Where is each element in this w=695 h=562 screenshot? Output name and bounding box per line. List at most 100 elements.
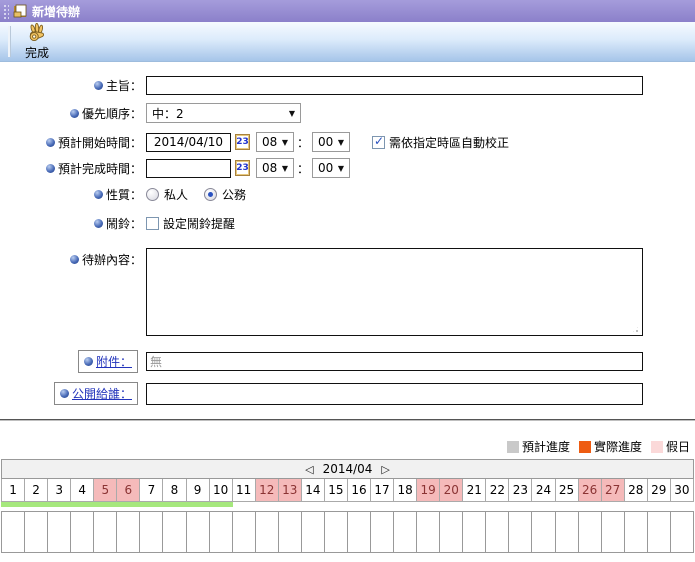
start-time-label: 預計開始時間： <box>58 134 142 151</box>
priority-label: 優先順序： <box>82 105 142 122</box>
day-cell[interactable]: 15 <box>324 479 347 501</box>
day-cell[interactable]: 21 <box>462 479 485 501</box>
day-cell[interactable]: 25 <box>555 479 578 501</box>
subject-label: 主旨： <box>106 77 142 94</box>
day-cell[interactable]: 3 <box>47 479 70 501</box>
calendar-picker-icon[interactable]: 23 <box>235 160 250 176</box>
dropdown-arrow-icon: ▼ <box>334 164 344 173</box>
content-label: 待辦內容： <box>82 251 142 268</box>
share-row: 公開給誰： <box>0 382 695 405</box>
day-cell[interactable]: 7 <box>139 479 162 501</box>
alarm-checkbox-label: 設定鬧鈴提醒 <box>163 215 235 232</box>
day-cell[interactable]: 11 <box>232 479 255 501</box>
nature-option-official[interactable]: 公務 <box>204 186 246 203</box>
day-cell[interactable]: 30 <box>670 479 693 501</box>
nature-label: 性質： <box>106 186 142 203</box>
alarm-checkbox[interactable] <box>146 217 159 230</box>
bullet-icon <box>70 109 79 118</box>
priority-select[interactable]: 中：2 ▼ <box>146 103 301 123</box>
end-hour-value: 08 <box>262 161 277 175</box>
progress-cells-row <box>1 511 694 553</box>
progress-cell <box>93 512 116 552</box>
dropdown-arrow-icon: ▼ <box>285 109 295 118</box>
progress-cell <box>255 512 278 552</box>
calendar-picker-icon[interactable]: 23 <box>235 134 250 150</box>
private-radio-label: 私人 <box>164 186 188 203</box>
todo-form: 主旨： 優先順序： 中：2 ▼ 預計開始時間： 23 08 ▼ <box>0 62 695 405</box>
progress-cell <box>578 512 601 552</box>
bullet-icon <box>46 138 55 147</box>
time-colon: ： <box>297 160 309 177</box>
day-row: 1234567891011121314151617181920212223242… <box>1 479 694 502</box>
attachment-input[interactable] <box>146 352 643 371</box>
bullet-icon <box>70 255 79 264</box>
priority-value: 中：2 <box>152 105 184 122</box>
end-minute-select[interactable]: 00 ▼ <box>312 158 350 178</box>
end-date-input[interactable] <box>146 159 231 178</box>
progress-cell <box>370 512 393 552</box>
day-cell[interactable]: 5 <box>93 479 116 501</box>
toolbar-separator <box>8 26 11 57</box>
day-cell[interactable]: 17 <box>370 479 393 501</box>
progress-cell <box>162 512 185 552</box>
day-cell[interactable]: 4 <box>70 479 93 501</box>
ok-hand-icon <box>26 23 48 44</box>
drag-grip[interactable] <box>3 4 9 19</box>
attachment-button[interactable]: 附件： <box>78 350 138 373</box>
official-radio[interactable] <box>204 188 217 201</box>
prev-month-arrow-icon[interactable]: ◁ <box>305 463 313 476</box>
start-time-row: 預計開始時間： 23 08 ▼ ： 00 ▼ 需依指定時區自動校正 <box>0 132 695 152</box>
day-cell[interactable]: 10 <box>209 479 232 501</box>
day-cell[interactable]: 29 <box>647 479 670 501</box>
nature-option-private[interactable]: 私人 <box>146 186 188 203</box>
timezone-label: 需依指定時區自動校正 <box>389 134 509 151</box>
attachment-row: 附件： <box>0 350 695 373</box>
day-cell[interactable]: 28 <box>624 479 647 501</box>
progress-cell <box>462 512 485 552</box>
day-cell[interactable]: 2 <box>24 479 47 501</box>
page-title: 新增待辦 <box>32 3 80 20</box>
content-row: 待辦內容： <box>0 248 695 339</box>
share-input[interactable] <box>146 383 643 405</box>
toolbar: 完成 <box>0 22 695 62</box>
day-cell[interactable]: 9 <box>186 479 209 501</box>
day-cell[interactable]: 14 <box>301 479 324 501</box>
progress-cell <box>439 512 462 552</box>
private-radio[interactable] <box>146 188 159 201</box>
dropdown-arrow-icon: ▼ <box>278 138 288 147</box>
day-cell[interactable]: 13 <box>278 479 301 501</box>
day-cell[interactable]: 26 <box>578 479 601 501</box>
new-todo-window: 新增待辦 完成 主旨： <box>0 0 695 562</box>
subject-input[interactable] <box>146 76 643 95</box>
day-cell[interactable]: 19 <box>416 479 439 501</box>
day-cell[interactable]: 16 <box>347 479 370 501</box>
dropdown-arrow-icon: ▼ <box>334 138 344 147</box>
timezone-group: 需依指定時區自動校正 <box>372 134 509 151</box>
bullet-icon <box>46 164 55 173</box>
day-cell[interactable]: 22 <box>485 479 508 501</box>
start-date-input[interactable] <box>146 133 231 152</box>
day-cell[interactable]: 12 <box>255 479 278 501</box>
start-minute-select[interactable]: 00 ▼ <box>312 132 350 152</box>
green-progress-bar <box>1 502 233 507</box>
content-textarea[interactable] <box>146 248 643 336</box>
complete-button[interactable]: 完成 <box>15 22 59 61</box>
day-cell[interactable]: 23 <box>508 479 531 501</box>
day-cell[interactable]: 27 <box>601 479 624 501</box>
end-hour-select[interactable]: 08 ▼ <box>256 158 294 178</box>
next-month-arrow-icon[interactable]: ▷ <box>381 463 389 476</box>
day-cell[interactable]: 6 <box>116 479 139 501</box>
start-hour-select[interactable]: 08 ▼ <box>256 132 294 152</box>
day-cell[interactable]: 1 <box>2 479 24 501</box>
timezone-checkbox[interactable] <box>372 136 385 149</box>
day-cell[interactable]: 20 <box>439 479 462 501</box>
legend-label: 假日 <box>666 438 690 455</box>
progress-cell <box>139 512 162 552</box>
day-cell[interactable]: 24 <box>531 479 554 501</box>
day-cell[interactable]: 18 <box>393 479 416 501</box>
month-label: 2014/04 <box>323 462 373 476</box>
day-cell[interactable]: 8 <box>162 479 185 501</box>
progress-cell <box>508 512 531 552</box>
share-button[interactable]: 公開給誰： <box>54 382 138 405</box>
progress-cell <box>393 512 416 552</box>
